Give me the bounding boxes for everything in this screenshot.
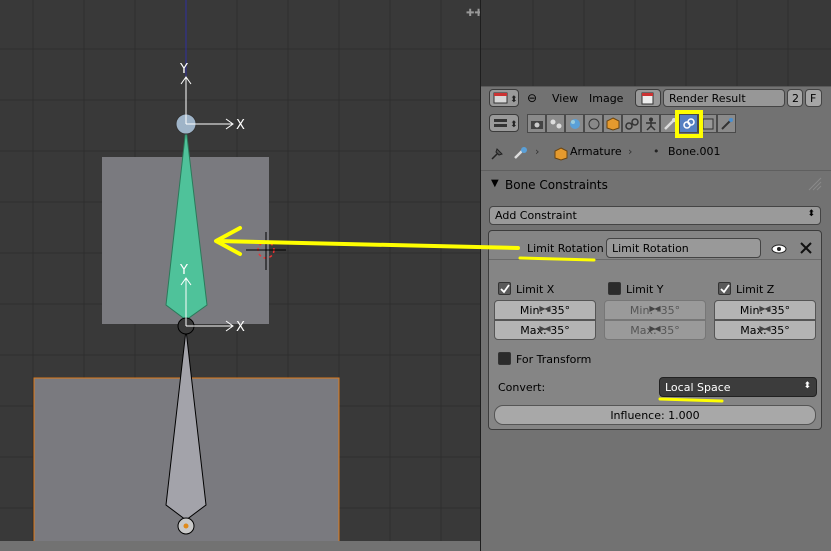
properties-icon: ⬍ (494, 119, 518, 130)
axis-label-y: Y (179, 263, 188, 278)
tab-render[interactable] (527, 114, 546, 133)
image-editor-header: ⬍ ⊖ View Image Render Result 2 F (481, 86, 831, 110)
add-constraint-dropdown[interactable]: Add Constraint ⬍ (489, 206, 821, 225)
tab-scene[interactable] (565, 114, 584, 133)
influence-text: Influence: 1.000 (610, 409, 700, 422)
object-cube-icon (606, 117, 620, 131)
tab-bone-constraints[interactable] (679, 114, 698, 133)
world-icon (588, 118, 600, 130)
limit-y-max-field[interactable]: ◀ Max: 35° ▶ (604, 320, 706, 340)
constraint-type-label: Limit Rotation (527, 242, 604, 255)
armature-figure-icon (646, 117, 656, 131)
users-count-text: 2 (792, 92, 799, 105)
constraint-name-field[interactable]: Limit Rotation (606, 238, 761, 258)
layers-icon (550, 119, 562, 129)
limit-y-checkbox[interactable] (608, 282, 621, 295)
convert-space-dropdown[interactable]: Local Space ⬍ (659, 377, 817, 397)
image-name-text: Render Result (669, 92, 746, 105)
dropdown-arrows-icon: ⬍ (807, 209, 815, 219)
editor-type-button[interactable]: ⬍ (489, 89, 519, 107)
limit-z-min-field[interactable]: ◀ Min: -35° ▶ (714, 300, 816, 320)
influence-slider[interactable]: Influence: 1.000 (494, 405, 816, 425)
limit-x-label: Limit X (516, 283, 555, 296)
viewport-canvas: Y X Y X ✚✚ (0, 0, 480, 551)
close-icon[interactable] (799, 241, 813, 255)
properties-editor-type-button[interactable]: ⬍ (489, 114, 519, 132)
tab-object[interactable] (603, 114, 622, 133)
convert-label: Convert: (498, 381, 546, 394)
bone-context-icon (514, 147, 527, 159)
panel-collapse-icon[interactable]: ▼ (491, 178, 499, 189)
convert-space-text: Local Space (665, 381, 731, 394)
chain-icon (625, 118, 639, 130)
fake-user-button[interactable]: F (805, 89, 822, 107)
tab-constraints[interactable] (622, 114, 641, 133)
add-constraint-label: Add Constraint (495, 209, 577, 222)
limit-z-max-field[interactable]: ◀ Max: 35° ▶ (714, 320, 816, 340)
bone-constraint-icon (683, 118, 695, 129)
camera-icon (531, 121, 543, 129)
scene-icon (570, 119, 580, 129)
limit-z-checkbox[interactable] (718, 282, 731, 295)
dropdown-arrows-icon: ⬍ (803, 381, 811, 391)
collapse-menu-icon[interactable]: ⊖ (527, 91, 537, 105)
image-browse-icon (641, 92, 654, 105)
constraint-name-text: Limit Rotation (612, 242, 689, 255)
viewport-header[interactable] (0, 541, 480, 551)
object-cube-icon (554, 147, 568, 161)
tab-texture[interactable] (717, 114, 736, 133)
menu-image[interactable]: Image (589, 92, 623, 105)
axis-label-x: X (236, 118, 245, 133)
svg-text:⬍: ⬍ (510, 120, 518, 130)
split-widget-icon: ✚✚ (466, 8, 480, 19)
panel-title[interactable]: Bone Constraints (505, 178, 608, 192)
texture-icon (721, 118, 733, 130)
limit-x-checkbox[interactable] (498, 282, 511, 295)
3d-viewport[interactable]: Y X Y X ✚✚ (0, 0, 480, 551)
image-editor-canvas[interactable] (481, 0, 831, 86)
checkmark-icon (500, 284, 510, 294)
for-transform-label: For Transform (516, 353, 592, 366)
material-icon (702, 118, 714, 130)
svg-text:⬍: ⬍ (510, 95, 518, 105)
checkmark-icon (720, 284, 730, 294)
tab-armature-data[interactable] (641, 114, 660, 133)
tab-render-layers[interactable] (546, 114, 565, 133)
properties-tabs: ⬍ (481, 110, 831, 136)
limit-y-min-field[interactable]: ◀ Min: -35° ▶ (604, 300, 706, 320)
breadcrumb-bone: Bone.001 (668, 145, 721, 158)
tab-world[interactable] (584, 114, 603, 133)
menu-view[interactable]: View (552, 92, 578, 105)
eye-icon[interactable] (771, 243, 787, 255)
image-editor-icon: ⬍ (493, 92, 518, 105)
image-name-field[interactable]: Render Result (663, 89, 785, 107)
axis-label-y: Y (179, 62, 188, 77)
users-count-button[interactable]: 2 (787, 89, 803, 107)
properties-editor: ⬍ › Armature › • Bone.001 ▼ Bone Constra… (481, 110, 831, 551)
limit-z-label: Limit Z (736, 283, 775, 296)
image-browse-button[interactable] (635, 89, 661, 107)
limit-y-label: Limit Y (626, 283, 664, 296)
axis-label-x: X (236, 320, 245, 335)
for-transform-checkbox[interactable] (498, 352, 511, 365)
breadcrumb-object: Armature (570, 145, 622, 158)
limit-x-min-field[interactable]: ◀ Min: -35° ▶ (494, 300, 596, 320)
breadcrumb: › Armature › • Bone.001 (481, 140, 831, 162)
limit-x-max-field[interactable]: ◀ Max: 35° ▶ (494, 320, 596, 340)
pin-icon[interactable] (489, 146, 507, 162)
fake-user-text: F (810, 92, 817, 105)
panel-drag-icon[interactable] (807, 176, 823, 192)
